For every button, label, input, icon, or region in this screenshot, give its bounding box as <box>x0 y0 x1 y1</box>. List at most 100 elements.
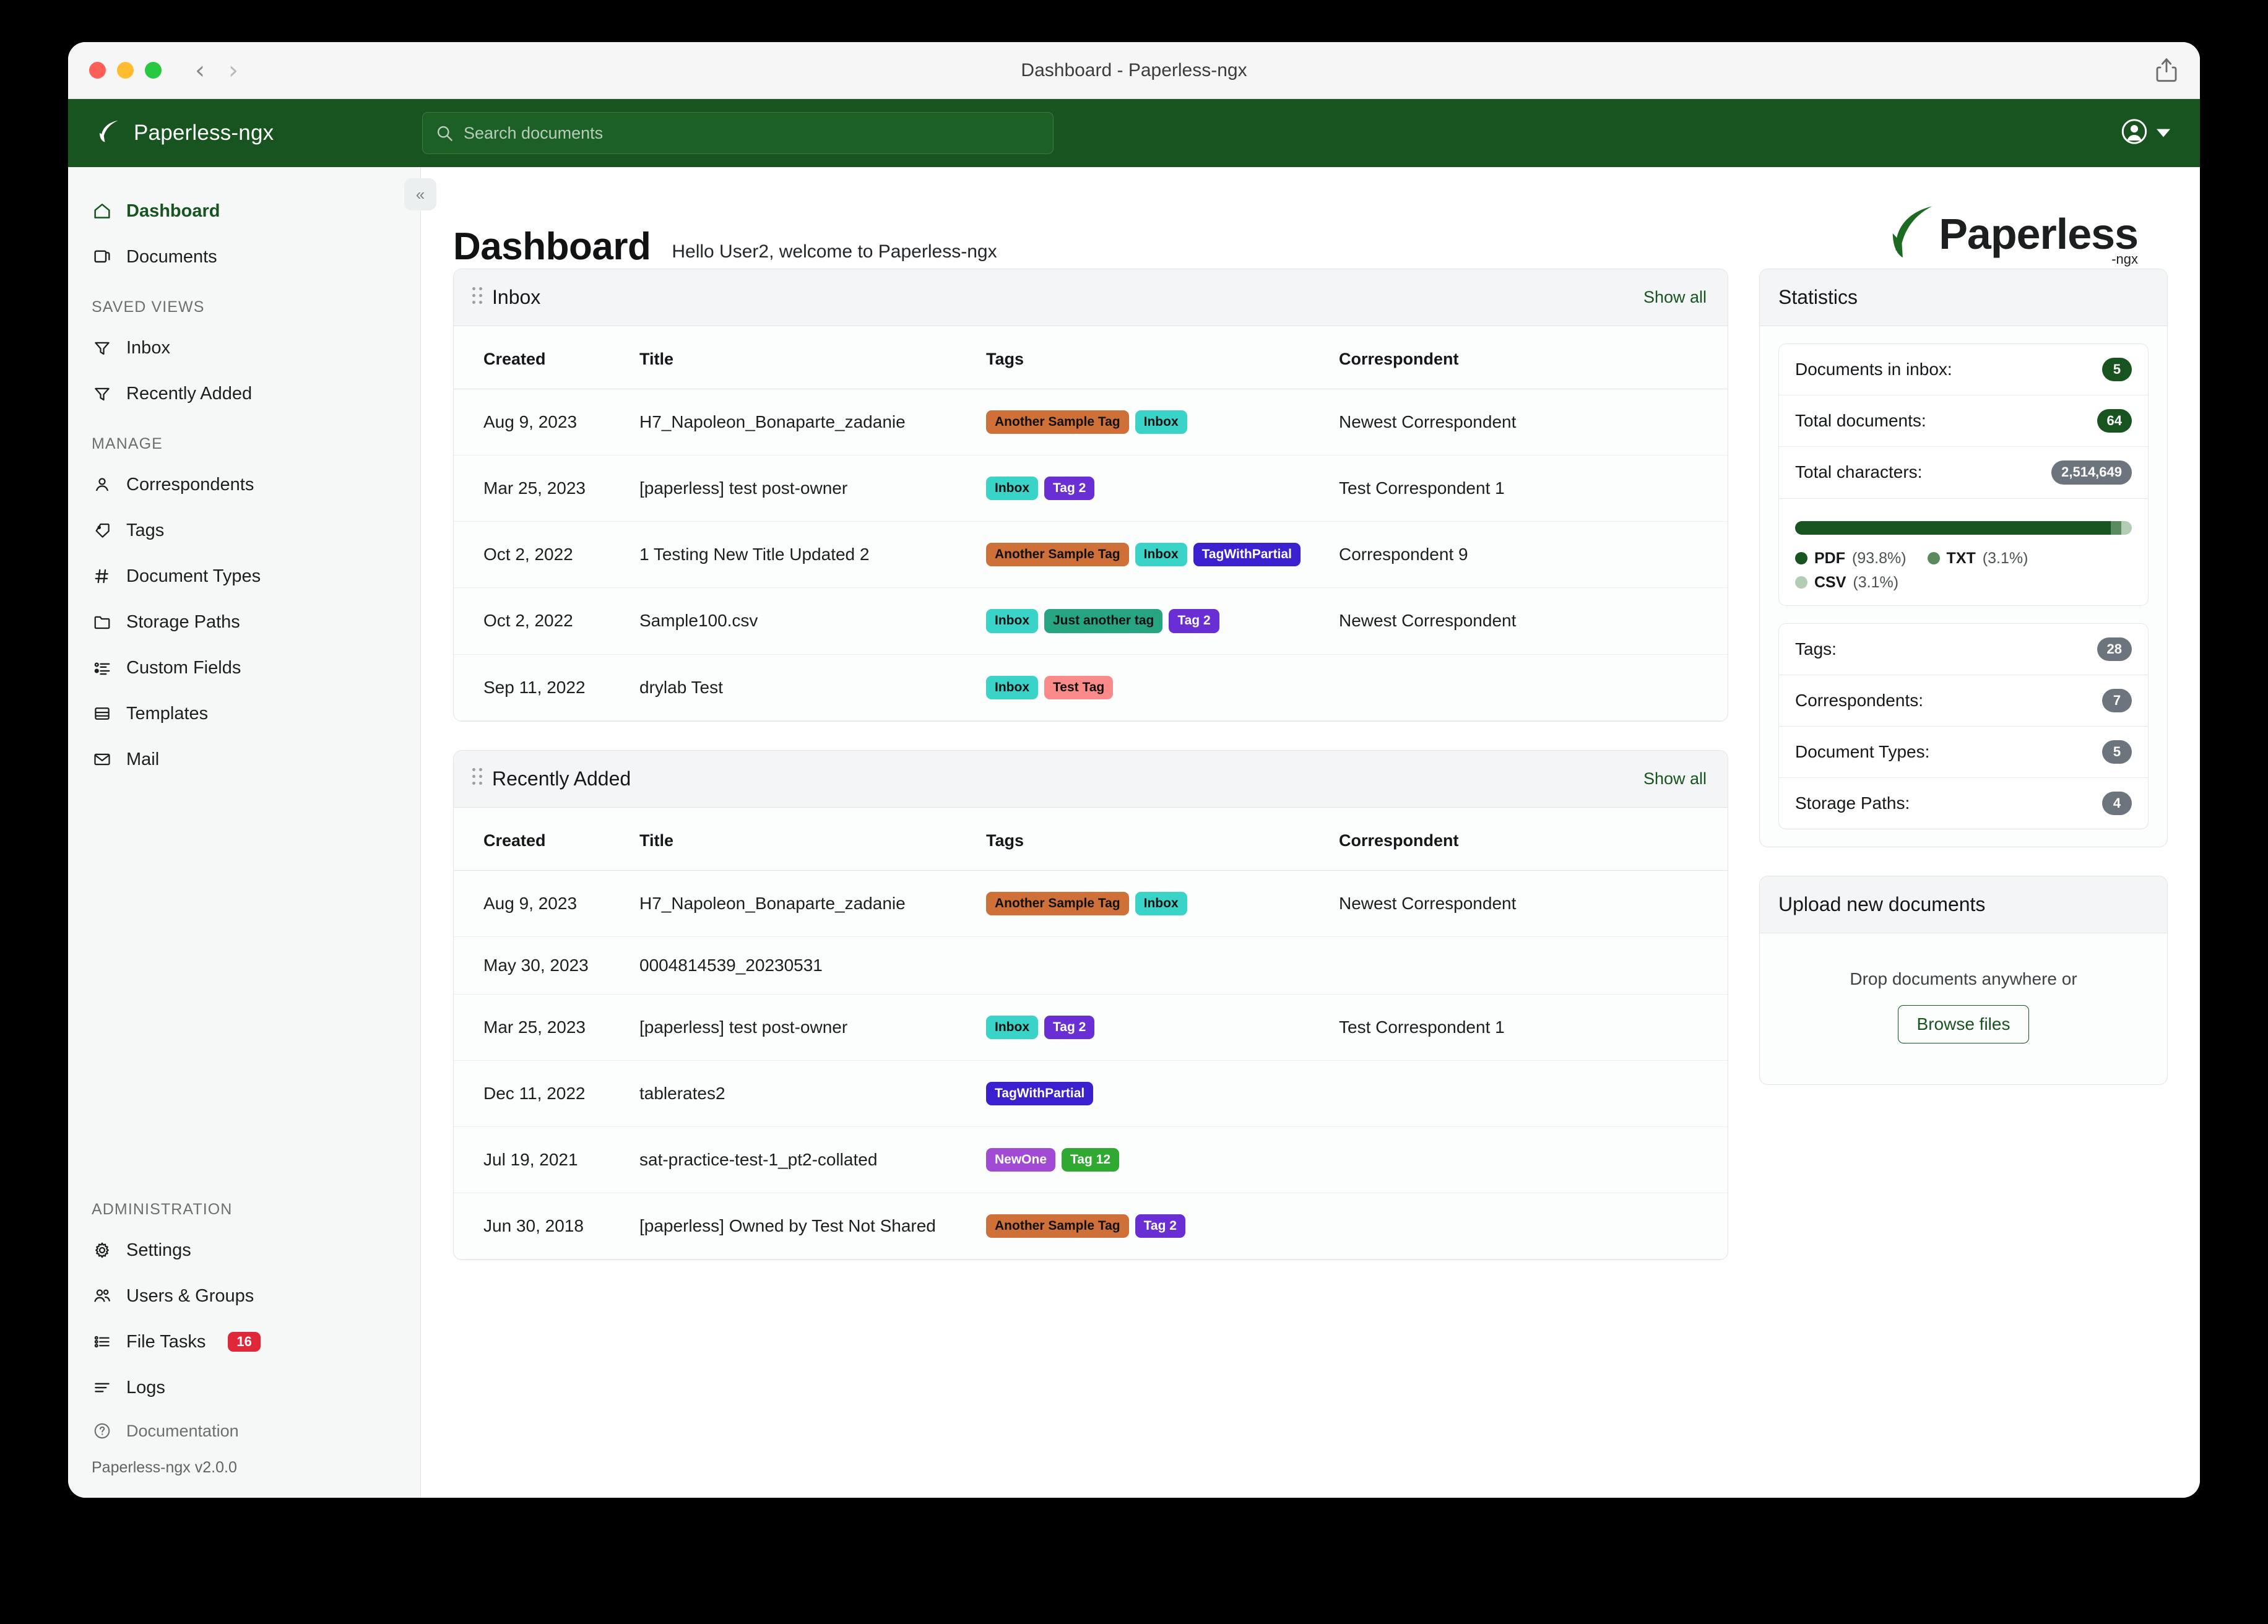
sidebar-item-documents[interactable]: Documents <box>68 234 420 280</box>
table-row[interactable]: Sep 11, 2022 drylab Test Inbox Test Tag <box>454 654 1728 721</box>
sidebar-item-custom-fields[interactable]: Custom Fields <box>68 645 420 691</box>
cell-title[interactable]: Sample100.csv <box>639 587 986 655</box>
tag-pill[interactable]: TagWithPartial <box>1193 543 1301 567</box>
inbox-show-all-link[interactable]: Show all <box>1643 288 1707 307</box>
table-row[interactable]: Jul 19, 2021 sat-practice-test-1_pt2-coll… <box>454 1126 1728 1194</box>
tag-pill[interactable]: Just another tag <box>1044 609 1163 633</box>
user-menu[interactable] <box>2121 118 2170 149</box>
cell-correspondent[interactable]: Newest Correspondent <box>1339 389 1728 456</box>
sidebar-item-file-tasks[interactable]: File Tasks 16 <box>68 1319 420 1365</box>
cell-title[interactable]: tablerates2 <box>639 1060 986 1128</box>
sidebar-item-documentation[interactable]: Documentation <box>68 1410 420 1451</box>
sidebar-collapse-button[interactable]: « <box>404 178 436 210</box>
share-icon[interactable] <box>2154 57 2179 84</box>
tag-pill[interactable]: Another Sample Tag <box>986 891 1129 915</box>
cell-correspondent[interactable] <box>1339 1193 1728 1260</box>
tag-pill[interactable]: Inbox <box>1135 543 1187 567</box>
cell-title[interactable]: sat-practice-test-1_pt2-collated <box>639 1126 986 1194</box>
cell-correspondent[interactable]: Test Correspondent 1 <box>1339 455 1728 522</box>
sidebar-item-label: Documentation <box>126 1421 239 1440</box>
sidebar-item-mail[interactable]: Mail <box>68 736 420 782</box>
tag-pill[interactable]: Another Sample Tag <box>986 543 1129 567</box>
tag-pill[interactable]: Test Tag <box>1044 675 1114 699</box>
back-icon[interactable]: ‹ <box>195 58 205 83</box>
cell-correspondent[interactable]: Newest Correspondent <box>1339 870 1728 937</box>
tag-pill[interactable]: Tag 12 <box>1062 1148 1119 1172</box>
cell-created: May 30, 2023 <box>454 936 639 995</box>
table-row[interactable]: Dec 11, 2022 tablerates2 TagWithPartial <box>454 1060 1728 1128</box>
drag-handle-icon[interactable] <box>472 768 482 789</box>
cell-title[interactable]: [paperless] test post-owner <box>639 994 986 1061</box>
forward-icon[interactable]: › <box>228 58 238 83</box>
sidebar-item-recently-added[interactable]: Recently Added <box>68 371 420 417</box>
sidebar-item-document-types[interactable]: Document Types <box>68 553 420 599</box>
minimize-window-button[interactable] <box>117 62 134 79</box>
table-row[interactable]: Mar 25, 2023 [paperless] test post-owner I… <box>454 455 1728 522</box>
window-title: Dashboard - Paperless-ngx <box>1021 59 1247 80</box>
table-row[interactable]: Jun 30, 2018 [paperless] Owned by Test No… <box>454 1193 1728 1260</box>
browser-nav: ‹ › <box>195 58 238 83</box>
sidebar-item-users-groups[interactable]: Users & Groups <box>68 1273 420 1319</box>
sidebar-item-label: Inbox <box>126 337 170 358</box>
cell-tags: Inbox Just another tag Tag 2 <box>986 587 1339 655</box>
tag-pill[interactable]: Inbox <box>986 477 1038 501</box>
tag-pill[interactable]: Tag 2 <box>1169 609 1219 633</box>
tag-pill[interactable]: Inbox <box>1135 410 1187 434</box>
table-row[interactable]: Oct 2, 2022 1 Testing New Title Updated 2… <box>454 521 1728 589</box>
cell-correspondent[interactable]: Test Correspondent 1 <box>1339 994 1728 1061</box>
hash-icon <box>92 566 113 587</box>
upload-dropzone[interactable]: Drop documents anywhere or Browse files <box>1760 933 2167 1084</box>
browse-files-button[interactable]: Browse files <box>1897 1005 2030 1044</box>
table-row[interactable]: May 30, 2023 0004814539_20230531 <box>454 936 1728 995</box>
table-row[interactable]: Aug 9, 2023 H7_Napoleon_Bonaparte_zadanie… <box>454 870 1728 937</box>
tag-pill[interactable]: Inbox <box>986 1015 1038 1039</box>
cell-title[interactable]: 1 Testing New Title Updated 2 <box>639 521 986 589</box>
tag-pill[interactable]: Inbox <box>986 609 1038 633</box>
cell-tags: Another Sample Tag Tag 2 <box>986 1193 1339 1260</box>
statistics-body: Documents in inbox: 5 Total documents: 6… <box>1760 326 2167 623</box>
cell-correspondent[interactable] <box>1339 654 1728 721</box>
sidebar-item-dashboard[interactable]: Dashboard <box>68 188 420 234</box>
tag-pill[interactable]: Inbox <box>986 675 1038 699</box>
recently-added-show-all-link[interactable]: Show all <box>1643 769 1707 788</box>
cell-correspondent[interactable]: Correspondent 9 <box>1339 521 1728 589</box>
cell-title[interactable]: [paperless] test post-owner <box>639 455 986 522</box>
cell-correspondent[interactable] <box>1339 1126 1728 1194</box>
drag-handle-icon[interactable] <box>472 287 482 308</box>
sidebar-item-settings[interactable]: Settings <box>68 1227 420 1273</box>
cell-correspondent[interactable]: Newest Correspondent <box>1339 587 1728 655</box>
table-row[interactable]: Mar 25, 2023 [paperless] test post-owner I… <box>454 994 1728 1061</box>
tag-pill[interactable]: Another Sample Tag <box>986 410 1129 434</box>
sidebar-item-inbox[interactable]: Inbox <box>68 325 420 371</box>
table-row[interactable]: Oct 2, 2022 Sample100.csv Inbox Just anothe… <box>454 587 1728 655</box>
tag-pill[interactable]: NewOne <box>986 1148 1056 1172</box>
sidebar-item-correspondents[interactable]: Correspondents <box>68 462 420 508</box>
cell-title[interactable]: [paperless] Owned by Test Not Shared <box>639 1193 986 1260</box>
cell-correspondent[interactable] <box>1339 1060 1728 1128</box>
tag-pill[interactable]: Tag 2 <box>1044 1015 1095 1039</box>
search-container <box>422 112 1054 154</box>
sidebar-item-storage-paths[interactable]: Storage Paths <box>68 599 420 645</box>
cell-title[interactable]: drylab Test <box>639 654 986 721</box>
brand[interactable]: Paperless-ngx <box>89 118 411 149</box>
tag-pill[interactable]: Another Sample Tag <box>986 1214 1129 1238</box>
cell-correspondent[interactable] <box>1339 936 1728 995</box>
tag-pill[interactable]: Tag 2 <box>1044 477 1095 501</box>
cell-title[interactable]: H7_Napoleon_Bonaparte_zadanie <box>639 870 986 937</box>
tag-pill[interactable]: Inbox <box>1135 891 1187 915</box>
legend-item: TXT (3.1%) <box>1927 550 2028 568</box>
sidebar-item-tags[interactable]: Tags <box>68 508 420 553</box>
cell-title[interactable]: H7_Napoleon_Bonaparte_zadanie <box>639 389 986 456</box>
tag-pill[interactable]: TagWithPartial <box>986 1081 1094 1106</box>
cell-created: Jun 30, 2018 <box>454 1193 639 1260</box>
tag-pill[interactable]: Tag 2 <box>1135 1214 1185 1238</box>
table-row[interactable]: Aug 9, 2023 H7_Napoleon_Bonaparte_zadanie… <box>454 389 1728 456</box>
cell-title[interactable]: 0004814539_20230531 <box>639 936 986 995</box>
sidebar-item-templates[interactable]: Templates <box>68 691 420 736</box>
close-window-button[interactable] <box>89 62 106 79</box>
sidebar-item-logs[interactable]: Logs <box>68 1365 420 1410</box>
search-input[interactable] <box>422 112 1054 154</box>
question-circle-icon <box>92 1420 113 1441</box>
folder-icon <box>92 611 113 633</box>
maximize-window-button[interactable] <box>145 62 162 79</box>
